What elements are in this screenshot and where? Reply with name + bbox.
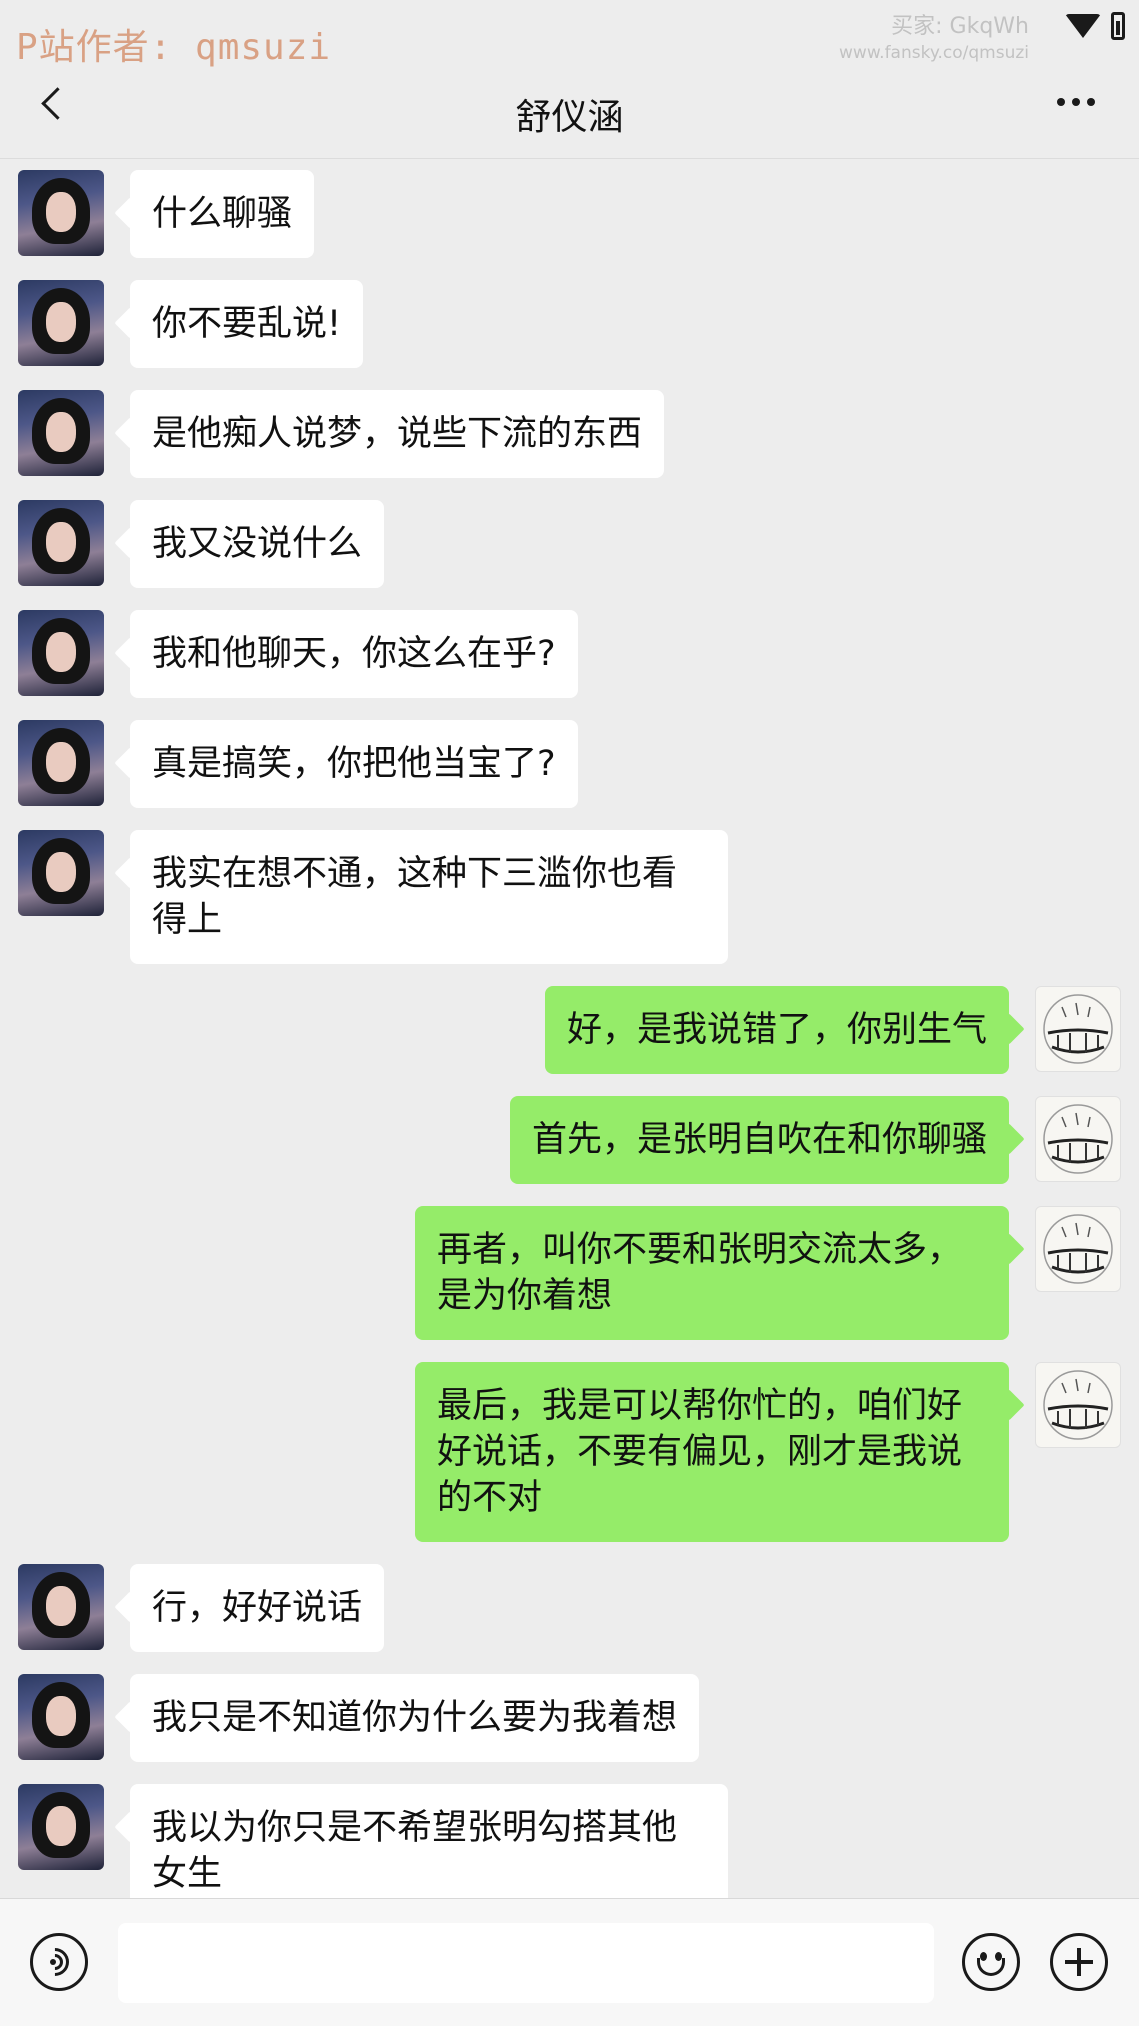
self-avatar[interactable] — [1035, 1206, 1121, 1292]
more-dot-icon — [1087, 98, 1095, 106]
message-row-self: 首先，是张明自吹在和你聊骚 — [0, 1096, 1139, 1184]
more-dot-icon — [1072, 98, 1080, 106]
message-bubble[interactable]: 我以为你只是不希望张明勾搭其他女生 — [130, 1784, 728, 1898]
more-dot-icon — [1057, 98, 1065, 106]
contact-avatar[interactable] — [18, 170, 104, 256]
message-bubble[interactable]: 我只是不知道你为什么要为我着想 — [130, 1674, 700, 1762]
contact-avatar[interactable] — [18, 720, 104, 806]
message-bubble[interactable]: 是他痴人说梦，说些下流的东西 — [130, 390, 665, 478]
self-avatar[interactable] — [1035, 986, 1121, 1072]
battery-icon — [1111, 12, 1125, 40]
message-bubble[interactable]: 真是搞笑，你把他当宝了? — [130, 720, 578, 808]
chat-header: 舒仪涵 — [0, 62, 1139, 159]
message-bubble[interactable]: 我和他聊天，你这么在乎? — [130, 610, 578, 698]
watermark-buyer: 买家: GkqWh www.fansky.co/qmsuzi — [839, 12, 1029, 65]
voice-input-button[interactable] — [30, 1933, 88, 1991]
contact-avatar[interactable] — [18, 280, 104, 366]
message-row-other: 是他痴人说梦，说些下流的东西 — [0, 390, 1139, 478]
contact-avatar[interactable] — [18, 390, 104, 476]
message-row-other: 你不要乱说! — [0, 280, 1139, 368]
message-bubble[interactable]: 最后，我是可以帮你忙的，咱们好好说话，不要有偏见，刚才是我说的不对 — [415, 1362, 1009, 1542]
message-input[interactable] — [118, 1923, 934, 2003]
message-bubble[interactable]: 首先，是张明自吹在和你聊骚 — [509, 1096, 1009, 1184]
message-bubble[interactable]: 好，是我说错了，你别生气 — [544, 986, 1009, 1074]
contact-avatar[interactable] — [18, 500, 104, 586]
wifi-icon — [1065, 14, 1101, 38]
message-bubble[interactable]: 行，好好说话 — [130, 1564, 385, 1652]
more-options-button[interactable] — [1057, 98, 1095, 106]
message-row-other: 我以为你只是不希望张明勾搭其他女生 — [0, 1784, 1139, 1898]
message-row-self: 好，是我说错了，你别生气 — [0, 986, 1139, 1074]
self-avatar[interactable] — [1035, 1096, 1121, 1182]
contact-avatar[interactable] — [18, 610, 104, 696]
message-bubble[interactable]: 你不要乱说! — [130, 280, 364, 368]
message-row-other: 真是搞笑，你把他当宝了? — [0, 720, 1139, 808]
watermark-buyer-line: 买家: GkqWh — [891, 14, 1029, 39]
message-row-other: 什么聊骚 — [0, 170, 1139, 258]
contact-avatar[interactable] — [18, 1674, 104, 1760]
status-bar-icons — [1065, 12, 1125, 40]
message-bubble[interactable]: 我又没说什么 — [130, 500, 385, 588]
message-row-other: 我实在想不通，这种下三滥你也看得上 — [0, 830, 1139, 964]
message-bubble[interactable]: 我实在想不通，这种下三滥你也看得上 — [130, 830, 728, 964]
chat-message-list[interactable]: 什么聊骚你不要乱说! 是他痴人说梦，说些下流的东西 我又没说什么我和他聊天，你这么在… — [0, 160, 1139, 1898]
message-bubble[interactable]: 什么聊骚 — [130, 170, 315, 258]
message-bubble[interactable]: 再者，叫你不要和张明交流太多，是为你着想 — [415, 1206, 1009, 1340]
emoji-mouth-icon — [977, 1958, 1005, 1976]
message-row-self: 最后，我是可以帮你忙的，咱们好好说话，不要有偏见，刚才是我说的不对 — [0, 1362, 1139, 1542]
voice-wave-icon — [35, 1942, 75, 1982]
message-row-other: 我又没说什么 — [0, 500, 1139, 588]
message-row-self: 再者，叫你不要和张明交流太多，是为你着想 — [0, 1206, 1139, 1340]
plus-button[interactable] — [1050, 1933, 1108, 1991]
message-row-other: 行，好好说话 — [0, 1564, 1139, 1652]
contact-avatar[interactable] — [18, 830, 104, 916]
emoji-button[interactable] — [962, 1933, 1020, 1991]
input-bar — [0, 1898, 1139, 2026]
contact-avatar[interactable] — [18, 1564, 104, 1650]
message-row-other: 我只是不知道你为什么要为我着想 — [0, 1674, 1139, 1762]
chat-title: 舒仪涵 — [515, 97, 624, 138]
contact-avatar[interactable] — [18, 1784, 104, 1870]
self-avatar[interactable] — [1035, 1362, 1121, 1448]
message-row-other: 我和他聊天，你这么在乎? — [0, 610, 1139, 698]
